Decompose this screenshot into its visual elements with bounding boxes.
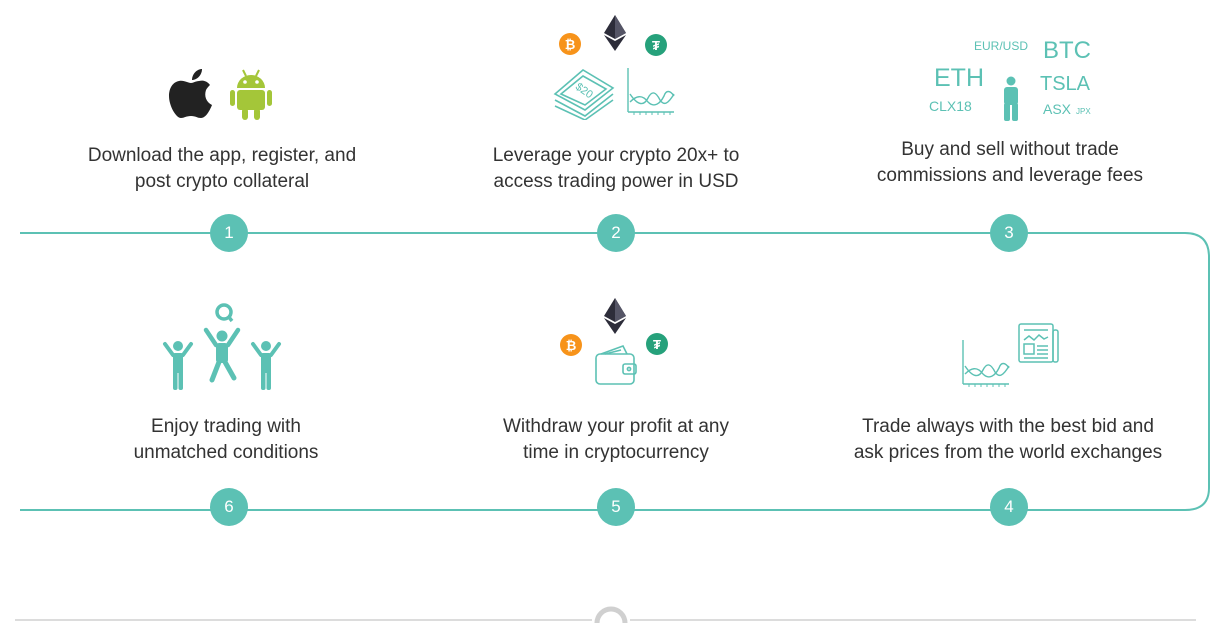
android-icon[interactable] (230, 68, 272, 120)
trader-figure-icon (1004, 76, 1018, 121)
wallet-icon (595, 345, 637, 385)
step-5-caption: Withdraw your profit at any time in cryp… (503, 416, 729, 463)
price-chart-icon (627, 68, 675, 115)
ethereum-icon (604, 15, 626, 51)
ticker-tsla: TSLA (1040, 73, 1091, 95)
ticker-jpx: JPX (1076, 107, 1091, 116)
step-1-badge: 1 (210, 214, 248, 252)
ticker-clx18: CLX18 (929, 98, 972, 114)
ticker-btc: BTC (1043, 37, 1091, 64)
apple-icon[interactable] (168, 68, 214, 120)
ticker-eurusd: EUR/USD (974, 39, 1029, 53)
step-3-caption: Buy and sell without trade commissions a… (876, 139, 1144, 186)
price-chart-icon-2 (962, 340, 1010, 387)
tether-icon: ₮ (645, 34, 667, 56)
step-4-badge: 4 (990, 488, 1028, 526)
step-6-badge: 6 (210, 488, 248, 526)
bitcoin-icon-2: ₿ (560, 334, 582, 356)
celebrating-people-icon (163, 303, 281, 390)
step-5-badge: 5 (597, 488, 635, 526)
bitcoin-icon: ₿ (559, 33, 581, 55)
step-2-badge: 2 (597, 214, 635, 252)
svg-text:$20: $20 (573, 81, 595, 101)
footer-logo-icon (594, 606, 628, 623)
ethereum-icon-2 (604, 298, 626, 334)
ticker-asx: ASX (1043, 101, 1072, 117)
tether-icon-2: ₮ (646, 333, 668, 355)
news-document-icon (1018, 323, 1059, 363)
ticker-eth: ETH (934, 64, 984, 92)
banknote-stack-icon: $20 (553, 69, 615, 120)
step-4-caption: Trade always with the best bid and ask p… (853, 416, 1163, 463)
step-2-caption: Leverage your crypto 20x+ to access trad… (492, 145, 740, 192)
step-3-badge: 3 (990, 214, 1028, 252)
step-6-caption: Enjoy trading with unmatched conditions (133, 416, 319, 463)
step-1-caption: Download the app, register, and post cry… (87, 145, 357, 192)
